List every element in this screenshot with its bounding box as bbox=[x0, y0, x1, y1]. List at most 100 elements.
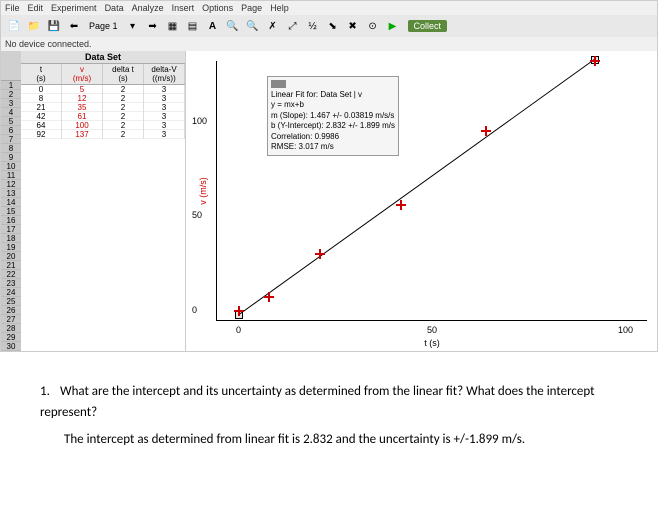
row-number[interactable]: 3 bbox=[1, 99, 21, 108]
table-cell[interactable]: 21 bbox=[21, 103, 61, 112]
menu-insert[interactable]: Insert bbox=[172, 3, 195, 13]
data-point[interactable] bbox=[234, 306, 244, 316]
table-cell[interactable]: 0 bbox=[21, 85, 61, 94]
table-cell[interactable]: 2 bbox=[103, 130, 143, 139]
chart-panel[interactable]: v (m/s) t (s) Linear Fit for: Data Set |… bbox=[186, 51, 657, 351]
data-point[interactable] bbox=[590, 56, 600, 66]
dataset-title: Data Set bbox=[21, 51, 185, 64]
row-number[interactable]: 21 bbox=[1, 261, 21, 270]
arrow-icon[interactable]: ➡ bbox=[144, 18, 162, 34]
row-number[interactable]: 19 bbox=[1, 243, 21, 252]
table-cell[interactable]: 137 bbox=[62, 130, 102, 139]
prev-page-icon[interactable]: ⬅ bbox=[65, 18, 83, 34]
next-page-icon[interactable]: ▾ bbox=[124, 18, 142, 34]
table-cell[interactable]: 61 bbox=[62, 112, 102, 121]
row-number[interactable]: 6 bbox=[1, 126, 21, 135]
row-number[interactable]: 28 bbox=[1, 324, 21, 333]
table-cell[interactable]: 3 bbox=[144, 94, 184, 103]
graph-icon[interactable]: ▤ bbox=[184, 18, 202, 34]
menu-edit[interactable]: Edit bbox=[28, 3, 44, 13]
setup-icon[interactable]: ⊙ bbox=[364, 18, 382, 34]
menu-analyze[interactable]: Analyze bbox=[132, 3, 164, 13]
menu-help[interactable]: Help bbox=[270, 3, 289, 13]
table-cell[interactable]: 100 bbox=[62, 121, 102, 130]
row-number[interactable]: 8 bbox=[1, 144, 21, 153]
row-number[interactable]: 20 bbox=[1, 252, 21, 261]
table-cell[interactable]: 8 bbox=[21, 94, 61, 103]
menu-options[interactable]: Options bbox=[202, 3, 233, 13]
table-cell[interactable]: 3 bbox=[144, 112, 184, 121]
new-icon[interactable]: 📄 bbox=[5, 18, 23, 34]
row-number[interactable]: 15 bbox=[1, 207, 21, 216]
col-header-dv[interactable]: delta-V((m/s)) bbox=[144, 64, 185, 84]
row-number[interactable]: 29 bbox=[1, 333, 21, 342]
row-number[interactable]: 30 bbox=[1, 342, 21, 351]
data-point[interactable] bbox=[315, 249, 325, 259]
table-cell[interactable]: 92 bbox=[21, 130, 61, 139]
table-cell[interactable]: 2 bbox=[103, 103, 143, 112]
table-cell[interactable]: 2 bbox=[103, 94, 143, 103]
row-number[interactable]: 23 bbox=[1, 279, 21, 288]
table-cell[interactable]: 2 bbox=[103, 121, 143, 130]
table-cell[interactable]: 12 bbox=[62, 94, 102, 103]
zoom-out-icon[interactable]: 🔍 bbox=[244, 18, 262, 34]
row-number[interactable]: 12 bbox=[1, 180, 21, 189]
table-cell[interactable]: 64 bbox=[21, 121, 61, 130]
table-cell[interactable]: 42 bbox=[21, 112, 61, 121]
linear-fit-box[interactable]: Linear Fit for: Data Set | v y = mx+b m … bbox=[267, 76, 399, 156]
tangent-icon[interactable]: ⤢ bbox=[284, 18, 302, 34]
stop-icon[interactable]: ✖ bbox=[344, 18, 362, 34]
table-cell[interactable]: 3 bbox=[144, 130, 184, 139]
fit-box-handle[interactable] bbox=[271, 80, 286, 88]
chart-area[interactable]: v (m/s) t (s) Linear Fit for: Data Set |… bbox=[216, 61, 647, 321]
table-cell[interactable]: 2 bbox=[103, 112, 143, 121]
collect-button[interactable]: Collect bbox=[408, 20, 448, 32]
row-number[interactable]: 27 bbox=[1, 315, 21, 324]
data-point[interactable] bbox=[396, 200, 406, 210]
autoscale-icon[interactable]: A bbox=[204, 18, 222, 34]
row-number[interactable]: 11 bbox=[1, 171, 21, 180]
row-number[interactable]: 4 bbox=[1, 108, 21, 117]
row-number[interactable]: 2 bbox=[1, 90, 21, 99]
x-tick: 50 bbox=[427, 325, 437, 335]
menu-page[interactable]: Page bbox=[241, 3, 262, 13]
row-number[interactable]: 18 bbox=[1, 234, 21, 243]
row-number[interactable]: 26 bbox=[1, 306, 21, 315]
open-icon[interactable]: 📁 bbox=[25, 18, 43, 34]
examine-icon[interactable]: ✗ bbox=[264, 18, 282, 34]
row-number[interactable]: 7 bbox=[1, 135, 21, 144]
row-number[interactable]: 14 bbox=[1, 198, 21, 207]
row-number-column: 1234567891011121314151617181920212223242… bbox=[1, 51, 21, 351]
play-icon[interactable]: ▶ bbox=[384, 18, 402, 34]
table-cell[interactable]: 3 bbox=[144, 85, 184, 94]
table-cell[interactable]: 3 bbox=[144, 103, 184, 112]
menu-data[interactable]: Data bbox=[105, 3, 124, 13]
stats-icon[interactable]: ½ bbox=[304, 18, 322, 34]
row-number[interactable]: 24 bbox=[1, 288, 21, 297]
row-number[interactable]: 22 bbox=[1, 270, 21, 279]
zoom-in-icon[interactable]: 🔍 bbox=[224, 18, 242, 34]
menu-experiment[interactable]: Experiment bbox=[51, 3, 97, 13]
row-number[interactable]: 9 bbox=[1, 153, 21, 162]
fit-icon[interactable]: ⬊ bbox=[324, 18, 342, 34]
data-point[interactable] bbox=[264, 292, 274, 302]
row-number[interactable]: 17 bbox=[1, 225, 21, 234]
menu-file[interactable]: File bbox=[5, 3, 20, 13]
col-header-v[interactable]: v(m/s) bbox=[62, 64, 103, 84]
table-cell[interactable]: 3 bbox=[144, 121, 184, 130]
col-header-t[interactable]: t(s) bbox=[21, 64, 62, 84]
row-number[interactable]: 10 bbox=[1, 162, 21, 171]
row-number[interactable]: 1 bbox=[1, 81, 21, 90]
save-icon[interactable]: 💾 bbox=[45, 18, 63, 34]
col-header-dt[interactable]: delta t(s) bbox=[103, 64, 144, 84]
question-section: 1.What are the intercept and its uncerta… bbox=[0, 352, 658, 486]
data-icon[interactable]: ▦ bbox=[164, 18, 182, 34]
table-cell[interactable]: 5 bbox=[62, 85, 102, 94]
row-number[interactable]: 16 bbox=[1, 216, 21, 225]
data-point[interactable] bbox=[481, 126, 491, 136]
table-cell[interactable]: 2 bbox=[103, 85, 143, 94]
row-number[interactable]: 13 bbox=[1, 189, 21, 198]
table-cell[interactable]: 35 bbox=[62, 103, 102, 112]
row-number[interactable]: 5 bbox=[1, 117, 21, 126]
row-number[interactable]: 25 bbox=[1, 297, 21, 306]
